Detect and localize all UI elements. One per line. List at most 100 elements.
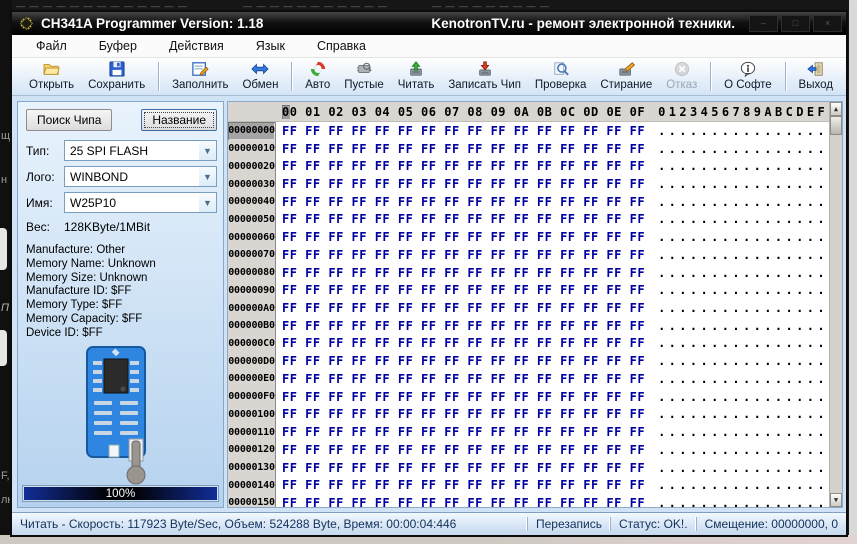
toolbar-button-about-info[interactable]: О Софте bbox=[721, 59, 775, 94]
toolbar-button-verify-magnifier[interactable]: Проверка bbox=[532, 59, 590, 94]
toolbar-button-save-floppy[interactable]: Сохранить bbox=[85, 59, 148, 94]
logo-select[interactable]: WINBOND ▼ bbox=[64, 166, 217, 187]
toolbar-button-swap-arrows[interactable]: Обмен bbox=[239, 59, 281, 94]
hex-ascii[interactable]: ................ bbox=[658, 461, 828, 475]
hex-bytes[interactable]: FF FF FF FF FF FF FF FF FF FF FF FF FF F… bbox=[276, 425, 645, 439]
hex-row[interactable]: 00000130FF FF FF FF FF FF FF FF FF FF FF… bbox=[228, 459, 829, 477]
hex-bytes[interactable]: FF FF FF FF FF FF FF FF FF FF FF FF FF F… bbox=[276, 212, 645, 226]
hex-row[interactable]: 00000140FF FF FF FF FF FF FF FF FF FF FF… bbox=[228, 476, 829, 494]
hex-bytes[interactable]: FF FF FF FF FF FF FF FF FF FF FF FF FF F… bbox=[276, 461, 645, 475]
menu-item-буфер[interactable]: Буфер bbox=[85, 37, 151, 55]
hex-ascii[interactable]: ................ bbox=[658, 212, 828, 226]
toolbar-button-exit-door[interactable]: Выход bbox=[796, 59, 836, 94]
hex-row[interactable]: 00000050FF FF FF FF FF FF FF FF FF FF FF… bbox=[228, 211, 829, 229]
hex-ascii[interactable]: ................ bbox=[658, 478, 828, 492]
toolbar-button-read-chip[interactable]: Читать bbox=[395, 59, 438, 94]
hex-row[interactable]: 00000030FF FF FF FF FF FF FF FF FF FF FF… bbox=[228, 175, 829, 193]
toolbar-button-auto-cycle[interactable]: Авто bbox=[302, 59, 333, 94]
toolbar-button-fill-edit[interactable]: Заполнить bbox=[169, 59, 231, 94]
chevron-down-icon[interactable]: ▼ bbox=[199, 193, 216, 212]
vertical-scrollbar[interactable]: ▲ ▼ bbox=[829, 102, 842, 507]
hex-bytes[interactable]: FF FF FF FF FF FF FF FF FF FF FF FF FF F… bbox=[276, 354, 645, 368]
hex-ascii[interactable]: ................ bbox=[658, 230, 828, 244]
menu-item-действия[interactable]: Действия bbox=[155, 37, 238, 55]
search-chip-button[interactable]: Поиск Чипа bbox=[26, 109, 112, 131]
hex-body[interactable]: 00000000FF FF FF FF FF FF FF FF FF FF FF… bbox=[228, 122, 829, 508]
hex-bytes[interactable]: FF FF FF FF FF FF FF FF FF FF FF FF FF F… bbox=[276, 301, 645, 315]
hex-row[interactable]: 000000D0FF FF FF FF FF FF FF FF FF FF FF… bbox=[228, 352, 829, 370]
hex-ascii[interactable]: ................ bbox=[658, 248, 828, 262]
hex-ascii[interactable]: ................ bbox=[658, 425, 828, 439]
menu-item-файл[interactable]: Файл bbox=[22, 37, 81, 55]
hex-bytes[interactable]: FF FF FF FF FF FF FF FF FF FF FF FF FF F… bbox=[276, 248, 645, 262]
hex-bytes[interactable]: FF FF FF FF FF FF FF FF FF FF FF FF FF F… bbox=[276, 478, 645, 492]
hex-row[interactable]: 00000040FF FF FF FF FF FF FF FF FF FF FF… bbox=[228, 193, 829, 211]
hex-ascii[interactable]: ................ bbox=[658, 301, 828, 315]
hex-row[interactable]: 000000C0FF FF FF FF FF FF FF FF FF FF FF… bbox=[228, 335, 829, 353]
hex-ascii[interactable]: ................ bbox=[658, 159, 828, 173]
close-icon[interactable]: × bbox=[813, 15, 842, 32]
hex-editor[interactable]: 00 01 02 03 04 05 06 07 08 09 0A 0B 0C 0… bbox=[227, 101, 843, 508]
maximize-icon[interactable]: □ bbox=[781, 15, 810, 32]
hex-ascii[interactable]: ................ bbox=[658, 319, 828, 333]
hex-ascii[interactable]: ................ bbox=[658, 195, 828, 209]
toolbar-button-write-chip[interactable]: Записать Чип bbox=[445, 59, 524, 94]
hex-ascii[interactable]: ................ bbox=[658, 372, 828, 386]
hex-row[interactable]: 00000120FF FF FF FF FF FF FF FF FF FF FF… bbox=[228, 441, 829, 459]
hex-bytes[interactable]: FF FF FF FF FF FF FF FF FF FF FF FF FF F… bbox=[276, 390, 645, 404]
chevron-down-icon[interactable]: ▼ bbox=[199, 167, 216, 186]
name-button[interactable]: Название bbox=[141, 109, 217, 131]
hex-ascii[interactable]: ................ bbox=[658, 124, 828, 138]
hex-bytes[interactable]: FF FF FF FF FF FF FF FF FF FF FF FF FF F… bbox=[276, 407, 645, 421]
hex-bytes[interactable]: FF FF FF FF FF FF FF FF FF FF FF FF FF F… bbox=[276, 443, 645, 457]
minimize-icon[interactable]: – bbox=[749, 15, 778, 32]
toolbar-button-open-folder[interactable]: Открыть bbox=[26, 59, 77, 94]
hex-bytes[interactable]: FF FF FF FF FF FF FF FF FF FF FF FF FF F… bbox=[276, 319, 645, 333]
toolbar-button-blank-check-chip[interactable]: Пустые bbox=[341, 59, 387, 94]
hex-bytes[interactable]: FF FF FF FF FF FF FF FF FF FF FF FF FF F… bbox=[276, 266, 645, 280]
hex-ascii[interactable]: ................ bbox=[658, 177, 828, 191]
hex-bytes[interactable]: FF FF FF FF FF FF FF FF FF FF FF FF FF F… bbox=[276, 195, 645, 209]
toolbar-button-erase-chip[interactable]: Стирание bbox=[597, 59, 655, 94]
hex-bytes[interactable]: FF FF FF FF FF FF FF FF FF FF FF FF FF F… bbox=[276, 159, 645, 173]
menu-item-язык[interactable]: Язык bbox=[242, 37, 299, 55]
hex-row[interactable]: 000000F0FF FF FF FF FF FF FF FF FF FF FF… bbox=[228, 388, 829, 406]
hex-row[interactable]: 000000E0FF FF FF FF FF FF FF FF FF FF FF… bbox=[228, 370, 829, 388]
hex-row[interactable]: 00000010FF FF FF FF FF FF FF FF FF FF FF… bbox=[228, 140, 829, 158]
hex-bytes[interactable]: FF FF FF FF FF FF FF FF FF FF FF FF FF F… bbox=[276, 142, 645, 156]
hex-row[interactable]: 00000100FF FF FF FF FF FF FF FF FF FF FF… bbox=[228, 406, 829, 424]
hex-ascii[interactable]: ................ bbox=[658, 142, 828, 156]
hex-bytes[interactable]: FF FF FF FF FF FF FF FF FF FF FF FF FF F… bbox=[276, 496, 645, 508]
hex-row[interactable]: 00000020FF FF FF FF FF FF FF FF FF FF FF… bbox=[228, 157, 829, 175]
hex-bytes[interactable]: FF FF FF FF FF FF FF FF FF FF FF FF FF F… bbox=[276, 372, 645, 386]
chip-name-select[interactable]: W25P10 ▼ bbox=[64, 192, 217, 213]
hex-ascii[interactable]: ................ bbox=[658, 390, 828, 404]
hex-row[interactable]: 00000070FF FF FF FF FF FF FF FF FF FF FF… bbox=[228, 246, 829, 264]
hex-row[interactable]: 000000B0FF FF FF FF FF FF FF FF FF FF FF… bbox=[228, 317, 829, 335]
hex-bytes[interactable]: FF FF FF FF FF FF FF FF FF FF FF FF FF F… bbox=[276, 177, 645, 191]
scrollbar-thumb[interactable] bbox=[830, 116, 842, 135]
hex-ascii[interactable]: ................ bbox=[658, 354, 828, 368]
hex-row[interactable]: 00000060FF FF FF FF FF FF FF FF FF FF FF… bbox=[228, 228, 829, 246]
hex-row[interactable]: 00000150FF FF FF FF FF FF FF FF FF FF FF… bbox=[228, 494, 829, 508]
hex-bytes[interactable]: FF FF FF FF FF FF FF FF FF FF FF FF FF F… bbox=[276, 124, 645, 138]
chevron-down-icon[interactable]: ▼ bbox=[199, 141, 216, 160]
hex-row[interactable]: 00000090FF FF FF FF FF FF FF FF FF FF FF… bbox=[228, 281, 829, 299]
hex-ascii[interactable]: ................ bbox=[658, 443, 828, 457]
hex-row[interactable]: 000000A0FF FF FF FF FF FF FF FF FF FF FF… bbox=[228, 299, 829, 317]
scroll-up-icon[interactable]: ▲ bbox=[830, 102, 842, 116]
hex-bytes[interactable]: FF FF FF FF FF FF FF FF FF FF FF FF FF F… bbox=[276, 283, 645, 297]
hex-ascii[interactable]: ................ bbox=[658, 336, 828, 350]
hex-bytes[interactable]: FF FF FF FF FF FF FF FF FF FF FF FF FF F… bbox=[276, 336, 645, 350]
hex-ascii[interactable]: ................ bbox=[658, 407, 828, 421]
hex-row[interactable]: 00000110FF FF FF FF FF FF FF FF FF FF FF… bbox=[228, 423, 829, 441]
hex-row[interactable]: 00000000FF FF FF FF FF FF FF FF FF FF FF… bbox=[228, 122, 829, 140]
type-select[interactable]: 25 SPI FLASH ▼ bbox=[64, 140, 217, 161]
menu-item-справка[interactable]: Справка bbox=[303, 37, 380, 55]
hex-row[interactable]: 00000080FF FF FF FF FF FF FF FF FF FF FF… bbox=[228, 264, 829, 282]
hex-ascii[interactable]: ................ bbox=[658, 496, 828, 508]
hex-ascii[interactable]: ................ bbox=[658, 283, 828, 297]
scroll-down-icon[interactable]: ▼ bbox=[830, 493, 842, 507]
title-bar[interactable]: CH341A Programmer Version: 1.18 Kenotron… bbox=[12, 12, 846, 35]
hex-bytes[interactable]: FF FF FF FF FF FF FF FF FF FF FF FF FF F… bbox=[276, 230, 645, 244]
